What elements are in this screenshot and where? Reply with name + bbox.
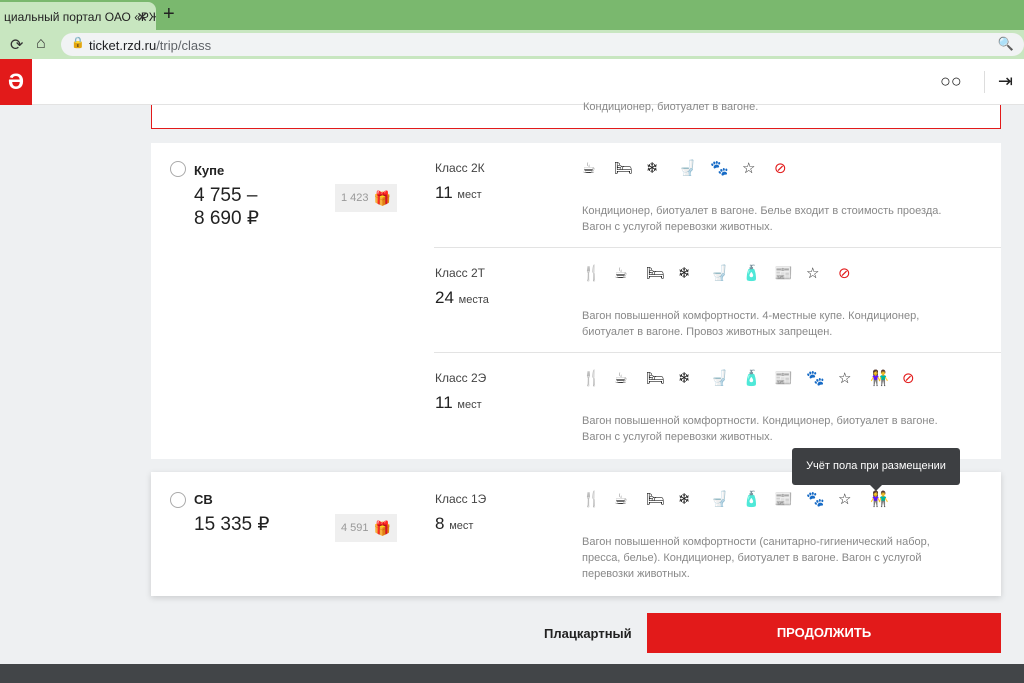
award-icon[interactable]: ☆ [838, 369, 870, 387]
restaurant-icon[interactable]: 🍴 [582, 369, 614, 387]
category-name: СВ [194, 492, 213, 507]
coffee-icon[interactable]: ☕ [614, 490, 646, 508]
class-row-2k[interactable]: Класс 2К 11 мест ☕ 🛏 ❄ 🚽 🐾 ☆ ⊘ Кондиционер, би… [434, 159, 1001, 247]
class-label: Класс 2Т [435, 266, 486, 280]
no-smoking-icon[interactable]: ⊘ [902, 369, 934, 387]
air-conditioner-icon[interactable]: ❄ [678, 369, 710, 387]
no-smoking-icon[interactable]: ⊘ [774, 159, 806, 177]
browser-tabstrip: циальный портал ОАО «РЖ ✕ + [0, 0, 1024, 30]
press-icon[interactable]: 📰 [774, 369, 806, 387]
category-name: Купе [194, 163, 225, 178]
address-bar[interactable]: 🔒 ticket.rzd.ru/trip/class 🔍 [61, 33, 1024, 56]
amenity-icons: ☕ 🛏 ❄ 🚽 🐾 ☆ ⊘ [582, 159, 806, 177]
award-icon[interactable]: ☆ [806, 264, 838, 282]
class-label: Класс 2Э [435, 371, 487, 385]
continue-button[interactable]: ПРОДОЛЖИТЬ [647, 613, 1001, 653]
coffee-icon[interactable]: ☕ [582, 159, 614, 177]
toilet-icon[interactable]: 🚽 [710, 490, 742, 508]
gift-icon: 🎁 [373, 520, 391, 536]
browser-toolbar: ⟳ ⌂ 🔒 ticket.rzd.ru/trip/class 🔍 [0, 30, 1024, 59]
class-row-2t[interactable]: Класс 2Т 24 места 🍴 ☕ 🛏 ❄ 🚽 🧴 📰 ☆ ⊘ Вагон повыше… [434, 264, 1001, 352]
price-range-line2: 8 690 ₽ [194, 208, 259, 229]
hygiene-kit-icon[interactable]: 🧴 [742, 369, 774, 387]
class-label: Класс 2К [435, 161, 485, 175]
reload-icon[interactable]: ⟳ [10, 35, 23, 55]
bonus-points-badge[interactable]: 4 591 🎁 [335, 514, 397, 542]
zoom-icon[interactable]: 🔍 [998, 36, 1014, 52]
url-text: ticket.rzd.ru/trip/class [89, 38, 212, 53]
platzkart-link[interactable]: Плацкартный [544, 626, 632, 641]
row-divider [434, 352, 1001, 353]
class-row-2e[interactable]: Класс 2Э 11 мест 🍴 ☕ 🛏 ❄ 🚽 🧴 📰 🐾 ☆ 👫 ⊘ Вагон повыш… [434, 369, 1001, 457]
restaurant-icon[interactable]: 🍴 [582, 490, 614, 508]
toilet-icon[interactable]: 🚽 [678, 159, 710, 177]
accessibility-glasses-icon[interactable]: ○○ [940, 71, 962, 92]
toilet-icon[interactable]: 🚽 [710, 264, 742, 282]
class-description: Вагон повышенной комфортности (санитарно… [582, 536, 930, 580]
kupe-radio[interactable] [170, 161, 186, 177]
lock-icon[interactable]: 🔒 [71, 36, 85, 49]
seats-count: 11 мест [435, 393, 482, 412]
tab-title: циальный портал ОАО «РЖ [4, 10, 156, 24]
category-card-kupe: Купе 4 755 – 8 690 ₽ 1 423 🎁 Класс 2К 11… [151, 143, 1001, 459]
gender-tooltip: Учёт пола при размещении [792, 448, 960, 491]
hygiene-kit-icon[interactable]: 🧴 [742, 490, 774, 508]
bonus-points-badge[interactable]: 1 423 🎁 [335, 184, 397, 212]
new-tab-icon[interactable]: + [163, 3, 175, 26]
coffee-icon[interactable]: ☕ [614, 264, 646, 282]
award-icon[interactable]: ☆ [742, 159, 774, 177]
gift-icon: 🎁 [373, 190, 391, 206]
rzd-logo[interactable]: Ə [0, 59, 32, 105]
gender-icon[interactable]: 👫 [870, 369, 902, 387]
no-animals-icon[interactable]: ⊘ [838, 264, 870, 282]
animals-icon[interactable]: 🐾 [806, 490, 838, 508]
seats-count: 24 места [435, 288, 489, 307]
previous-card-description: Кондиционер, биотуалет в вагоне. [583, 101, 759, 113]
class-description: Кондиционер, биотуалет в вагоне. Белье в… [582, 205, 942, 233]
bed-linen-icon[interactable]: 🛏 [614, 159, 646, 177]
site-header: Ə ○○ ⇥ [0, 59, 1024, 105]
press-icon[interactable]: 📰 [774, 490, 806, 508]
home-icon[interactable]: ⌂ [36, 35, 46, 53]
gender-icon[interactable]: 👫 [870, 490, 902, 508]
toilet-icon[interactable]: 🚽 [710, 369, 742, 387]
price-value: 15 335 ₽ [194, 514, 270, 535]
amenity-icons: 🍴 ☕ 🛏 ❄ 🚽 🧴 📰 ☆ ⊘ [582, 264, 870, 282]
browser-tab[interactable]: циальный портал ОАО «РЖ ✕ [0, 2, 156, 30]
bed-linen-icon[interactable]: 🛏 [646, 490, 678, 508]
class-description: Вагон повышенной комфортности. Кондицион… [582, 415, 938, 443]
press-icon[interactable]: 📰 [774, 264, 806, 282]
class-description: Вагон повышенной комфортности. 4-местные… [582, 310, 920, 338]
coffee-icon[interactable]: ☕ [614, 369, 646, 387]
page-footer [0, 664, 1024, 683]
seats-count: 8 мест [435, 514, 474, 533]
price-range-line1: 4 755 – [194, 185, 258, 206]
close-tab-icon[interactable]: ✕ [136, 9, 148, 26]
login-icon[interactable]: ⇥ [998, 71, 1013, 92]
animals-icon[interactable]: 🐾 [710, 159, 742, 177]
bonus-points-value: 1 423 [341, 192, 369, 204]
award-icon[interactable]: ☆ [838, 490, 870, 508]
seats-count: 11 мест [435, 183, 482, 202]
previous-category-card[interactable]: Кондиционер, биотуалет в вагоне. [151, 101, 1001, 129]
air-conditioner-icon[interactable]: ❄ [678, 490, 710, 508]
bed-linen-icon[interactable]: 🛏 [646, 264, 678, 282]
amenity-icons: 🍴 ☕ 🛏 ❄ 🚽 🧴 📰 🐾 ☆ 👫 [582, 490, 902, 508]
air-conditioner-icon[interactable]: ❄ [678, 264, 710, 282]
air-conditioner-icon[interactable]: ❄ [646, 159, 678, 177]
hygiene-kit-icon[interactable]: 🧴 [742, 264, 774, 282]
amenity-icons: 🍴 ☕ 🛏 ❄ 🚽 🧴 📰 🐾 ☆ 👫 ⊘ [582, 369, 934, 387]
animals-icon[interactable]: 🐾 [806, 369, 838, 387]
header-divider [984, 71, 985, 93]
class-label: Класс 1Э [435, 492, 487, 506]
restaurant-icon[interactable]: 🍴 [582, 264, 614, 282]
class-row-1e[interactable]: Класс 1Э 8 мест 🍴 ☕ 🛏 ❄ 🚽 🧴 📰 🐾 ☆ 👫 Вагон повышен… [434, 490, 1001, 592]
bonus-points-value: 4 591 [341, 522, 369, 534]
row-divider [434, 247, 1001, 248]
bed-linen-icon[interactable]: 🛏 [646, 369, 678, 387]
sv-radio[interactable] [170, 492, 186, 508]
